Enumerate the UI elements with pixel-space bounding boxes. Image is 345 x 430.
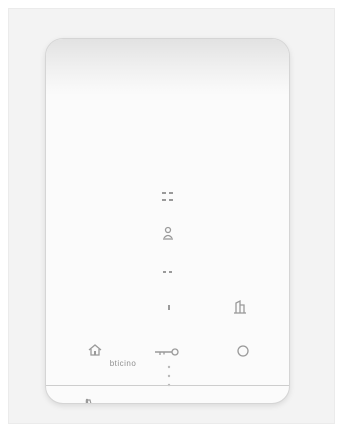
dots-icon[interactable] (162, 269, 174, 275)
hangup-icon[interactable] (228, 401, 254, 404)
home-icon[interactable] (87, 342, 103, 358)
panel-body (46, 95, 289, 404)
page-indicator-dots (167, 365, 171, 387)
brand-label: bticino (109, 359, 137, 368)
panel-divider (46, 385, 289, 386)
menu-grid-icon[interactable] (161, 191, 175, 203)
door-icon[interactable] (233, 299, 247, 315)
key-icon[interactable] (154, 347, 182, 357)
intercom-panel (45, 38, 290, 404)
user-icon[interactable] (162, 226, 174, 240)
circle-icon[interactable] (236, 344, 250, 358)
phone-icon[interactable] (84, 398, 102, 404)
small-dot-icon[interactable] (166, 304, 172, 312)
panel-top-shade (46, 39, 289, 95)
